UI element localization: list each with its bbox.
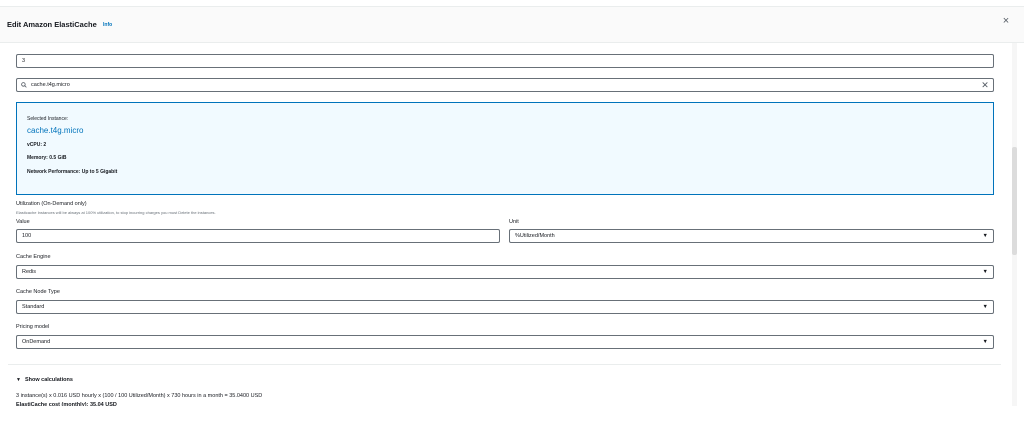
memory-text: Memory: 0.5 GiB <box>27 155 67 161</box>
value-label: Value <box>16 219 30 225</box>
cache-engine-select[interactable]: Redis ▼ <box>16 265 994 279</box>
caret-down-icon: ▼ <box>982 304 988 310</box>
clear-search-icon[interactable]: ✕ <box>980 80 990 90</box>
utilization-value: 100 <box>22 233 32 239</box>
section-divider <box>8 364 1001 365</box>
cache-engine-value: Redis <box>22 269 37 275</box>
pricing-model-label: Pricing model <box>16 324 50 330</box>
cache-node-type-label: Cache Node Type <box>16 289 60 295</box>
network-performance-text: Network Performance: Up to 5 Gigabit <box>27 169 118 175</box>
cache-node-type-select[interactable]: Standard ▼ <box>16 300 994 314</box>
caret-down-icon: ▼ <box>982 269 988 275</box>
info-link[interactable]: Info <box>103 22 112 28</box>
pricing-model-value: OnDemand <box>22 339 51 345</box>
vcpu-text: vCPU: 2 <box>27 142 47 148</box>
utilization-value-input[interactable]: 100 <box>16 229 500 243</box>
instance-search-value: cache.t4g.micro <box>31 82 70 88</box>
page-background <box>0 406 1024 425</box>
modal-header: Edit Amazon ElastiCache Info × <box>0 7 1024 43</box>
selected-instance-name: cache.t4g.micro <box>27 126 84 135</box>
caret-down-icon: ▼ <box>982 339 988 345</box>
show-calculations-toggle[interactable]: ▼ Show calculations <box>16 377 73 383</box>
calculation-formula: 3 instance(s) x 0.016 USD hourly x (100 … <box>16 393 263 399</box>
pricing-model-select[interactable]: OnDemand ▼ <box>16 335 994 349</box>
edit-elasticache-modal: Edit Amazon ElastiCache Info × 3 cache.t… <box>0 6 1024 418</box>
caret-down-icon: ▼ <box>16 377 21 383</box>
quantity-input[interactable]: 3 <box>16 54 994 68</box>
quantity-value: 3 <box>22 58 26 64</box>
search-icon <box>21 82 27 88</box>
unit-select[interactable]: %Utilized/Month ▼ <box>509 229 994 243</box>
selected-instance-panel: Selected Instance: cache.t4g.micro vCPU:… <box>16 102 994 195</box>
scrollbar-thumb[interactable] <box>1012 147 1017 255</box>
close-icon[interactable]: × <box>1000 15 1012 27</box>
cache-node-type-value: Standard <box>22 304 45 310</box>
unit-value: %Utilized/Month <box>515 233 555 239</box>
modal-title: Edit Amazon ElastiCache <box>7 20 97 29</box>
instance-search-input[interactable]: cache.t4g.micro ✕ <box>16 78 994 92</box>
cache-engine-label: Cache Engine <box>16 254 51 260</box>
utilization-description: Elasticache Instances will be always at … <box>16 210 216 215</box>
show-calculations-label: Show calculations <box>24 377 73 383</box>
selected-instance-label: Selected Instance: <box>27 116 69 122</box>
caret-down-icon: ▼ <box>982 233 988 239</box>
utilization-label: Utilization (On-Demand only) <box>16 201 87 207</box>
unit-label: Unit <box>509 219 519 225</box>
